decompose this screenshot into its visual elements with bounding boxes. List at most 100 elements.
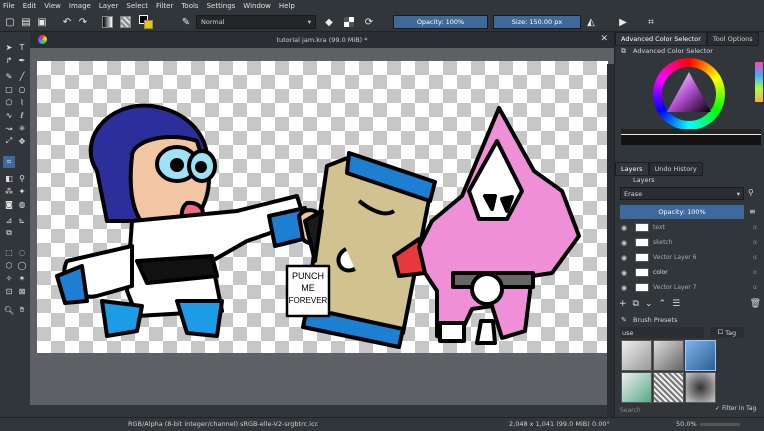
brush-tag-button[interactable]: ⧠ Tag — [710, 327, 744, 338]
rect-select-icon[interactable]: ⬚ — [3, 246, 15, 258]
layer-row[interactable]: ◉ sketch α — [621, 235, 757, 250]
layer-properties-icon[interactable]: ☰ — [672, 299, 680, 309]
menu-help[interactable]: Help — [279, 2, 295, 10]
text-tool-icon[interactable]: T — [16, 41, 28, 53]
contiguous-select-icon[interactable]: ✧ — [3, 272, 15, 284]
layer-filter-icon[interactable]: ⚲ — [748, 188, 754, 197]
color-swatches[interactable] — [755, 62, 763, 102]
magnetic-select-icon[interactable]: ⊠ — [16, 285, 28, 297]
alpha-lock-icon[interactable]: α — [743, 254, 757, 261]
brush-preset-item[interactable] — [653, 372, 684, 403]
line-tool-icon[interactable]: ╱ — [16, 70, 28, 82]
bezier-select-icon[interactable]: ⊡ — [3, 285, 15, 297]
crop-tool-icon[interactable]: ⌗ — [3, 156, 15, 168]
menu-image[interactable]: Image — [69, 2, 91, 10]
tab-layers[interactable]: Layers — [615, 162, 649, 176]
transform-tool-icon[interactable]: ⤢ — [3, 135, 15, 147]
blend-mode-dropdown[interactable]: Normal ▾ — [196, 15, 316, 29]
menu-settings[interactable]: Settings — [207, 2, 236, 10]
polygon-tool-icon[interactable]: ⬠ — [3, 96, 15, 108]
freehand-select-icon[interactable]: ◯ — [16, 259, 28, 271]
canvas-area[interactable]: PUNCH ME FOREVER — [30, 48, 614, 421]
layer-row[interactable]: ◉ Vector Layer 6 α — [621, 250, 757, 265]
edit-shapes-icon[interactable]: ↱ — [3, 54, 15, 66]
undo-icon[interactable]: ↶ — [60, 14, 74, 30]
save-icon[interactable]: ▣ — [35, 14, 49, 30]
eye-icon[interactable]: ◉ — [621, 269, 631, 277]
filter-in-tag-checkbox[interactable]: ✓ Filter in Tag — [715, 405, 756, 412]
freehand-brush-icon[interactable]: ✎ — [3, 70, 15, 82]
layer-blend-mode-dropdown[interactable]: Erase ▾ — [620, 187, 744, 200]
reload-preset-icon[interactable]: ⟳ — [362, 14, 376, 30]
layer-row[interactable]: ◉ Vector Layer 7 α — [621, 280, 757, 295]
brush-preset-item[interactable] — [621, 340, 652, 371]
color-selector[interactable] — [653, 58, 725, 130]
tab-advanced-color-selector[interactable]: Advanced Color Selector — [615, 32, 707, 46]
zoom-tool-icon[interactable]: 🔍︎ — [3, 304, 15, 316]
tab-undo-history[interactable]: Undo History — [648, 162, 703, 176]
brush-search-input[interactable]: Search — [620, 405, 712, 415]
similar-select-icon[interactable]: ✶ — [16, 272, 28, 284]
vertical-scrollbar[interactable] — [607, 64, 614, 421]
brush-filter-input[interactable]: use — [620, 327, 704, 338]
tab-tool-options[interactable]: Tool Options — [706, 32, 759, 46]
polygon-select-icon[interactable]: ⬡ — [3, 259, 15, 271]
wrap-around-icon[interactable]: ▶ — [616, 14, 630, 30]
reference-tool-icon[interactable]: ⧉ — [3, 227, 15, 239]
eraser-icon[interactable]: ◆ — [322, 14, 336, 30]
color-picker-icon[interactable]: ⚲ — [16, 172, 28, 184]
preserve-alpha-icon[interactable] — [342, 14, 356, 30]
menu-edit[interactable]: Edit — [23, 2, 37, 10]
alpha-lock-icon[interactable]: α — [743, 239, 757, 246]
duplicate-layer-icon[interactable]: ⧉ — [633, 299, 639, 309]
ellipse-tool-icon[interactable]: ○ — [16, 83, 28, 95]
canvas-image[interactable]: PUNCH ME FOREVER — [37, 61, 608, 353]
menu-select[interactable]: Select — [126, 2, 148, 10]
redo-icon[interactable]: ↷ — [76, 14, 90, 30]
layer-row[interactable]: ◉ text α — [621, 220, 757, 235]
close-icon[interactable]: ✕ — [600, 34, 608, 44]
pan-tool-icon[interactable]: ✋︎ — [16, 304, 28, 316]
polyline-tool-icon[interactable]: ⌇ — [16, 96, 28, 108]
brush-preset-item[interactable] — [685, 340, 716, 371]
alpha-lock-icon[interactable]: α — [743, 224, 757, 231]
opacity-slider[interactable]: Opacity: 100% — [393, 15, 488, 29]
select-shapes-icon[interactable]: ➤ — [3, 41, 15, 53]
color-bars[interactable] — [621, 129, 761, 145]
crop-icon[interactable]: ⌗ — [644, 14, 658, 30]
new-document-icon[interactable]: ▢ — [3, 14, 17, 30]
mirror-horizontal-icon[interactable]: ◭ — [584, 14, 598, 30]
menu-layer[interactable]: Layer — [99, 2, 119, 10]
eye-icon[interactable]: ◉ — [621, 254, 631, 262]
size-slider[interactable]: Size: 150.00 px — [493, 15, 581, 29]
layer-row[interactable]: ◉ color α — [621, 265, 757, 280]
calligraphy-icon[interactable]: ✒ — [16, 54, 28, 66]
menu-filter[interactable]: Filter — [156, 2, 173, 10]
menu-view[interactable]: View — [44, 2, 61, 10]
enclose-fill-icon[interactable]: ◍ — [16, 198, 28, 210]
layer-menu-icon[interactable]: ≡ — [749, 207, 756, 216]
menu-window[interactable]: Window — [243, 2, 271, 10]
zoom-slider[interactable] — [700, 423, 740, 426]
gradient-icon[interactable] — [100, 14, 114, 30]
menu-tools[interactable]: Tools — [181, 2, 198, 10]
move-layer-up-icon[interactable]: ⌃ — [659, 299, 667, 309]
alpha-lock-icon[interactable]: α — [743, 284, 757, 291]
move-tool-icon[interactable]: ✥ — [16, 135, 28, 147]
open-icon[interactable]: ▤ — [19, 14, 33, 30]
brush-preset-item[interactable] — [653, 340, 684, 371]
menu-file[interactable]: File — [3, 2, 15, 10]
add-layer-icon[interactable]: + — [619, 299, 627, 309]
gradient-tool-icon[interactable]: ◧ — [3, 172, 15, 184]
assistant-tool-icon[interactable]: ⊿ — [3, 214, 15, 226]
fg-bg-color-icon[interactable] — [138, 14, 154, 30]
move-layer-down-icon[interactable]: ⌄ — [645, 299, 653, 309]
multibrush-icon[interactable]: ✳ — [16, 122, 28, 134]
eye-icon[interactable]: ◉ — [621, 224, 631, 232]
colorize-mask-icon[interactable]: ⁂ — [3, 185, 15, 197]
brush-preset-icon[interactable]: ✎ — [179, 14, 193, 30]
brush-preset-item[interactable] — [685, 372, 716, 403]
measure-tool-icon[interactable]: ⊾ — [16, 214, 28, 226]
ellipse-select-icon[interactable]: ◌ — [16, 246, 28, 258]
brush-preset-item[interactable] — [621, 372, 652, 403]
